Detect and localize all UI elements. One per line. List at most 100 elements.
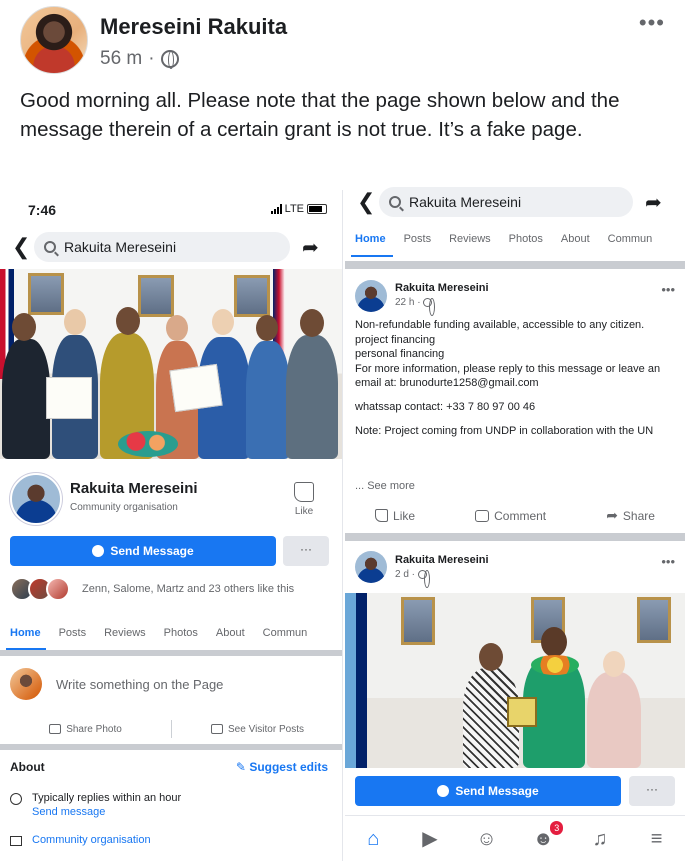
section-divider [345, 533, 685, 541]
send-message-label: Send Message [455, 784, 539, 798]
response-time-row: Typically replies within an hour Send me… [10, 792, 181, 818]
person-head [116, 307, 140, 335]
tab-home[interactable]: Home [10, 627, 41, 639]
comment-button[interactable]: Comment [475, 507, 546, 524]
send-message-link[interactable]: Send message [32, 806, 181, 818]
author-name[interactable]: Mereseini Rakuita [100, 14, 287, 40]
flag-image [345, 593, 367, 768]
portrait-frame [401, 597, 435, 645]
search-text: Rakuita Mereseini [409, 194, 522, 210]
portrait-frame [28, 273, 64, 315]
like-page-button[interactable]: Like [286, 482, 322, 517]
post-line: Non-refundable funding available, access… [355, 319, 645, 331]
certificate-image [46, 377, 92, 419]
post-options-icon[interactable]: ••• [661, 554, 675, 569]
person-head [166, 315, 188, 341]
tab-about[interactable]: About [216, 627, 245, 639]
send-message-label: Send Message [110, 544, 194, 558]
post-line: project financing [355, 333, 436, 346]
section-divider [345, 261, 685, 269]
like-label: Like [294, 506, 314, 517]
post-author-name[interactable]: Rakuita Mereseini [395, 554, 489, 566]
user-avatar [10, 668, 42, 700]
post-body: Non-refundable funding available, access… [355, 318, 677, 438]
bell-icon[interactable]: ♫ [588, 827, 612, 851]
tab-reviews[interactable]: Reviews [104, 627, 146, 639]
page-name[interactable]: Rakuita Mereseini [70, 480, 198, 497]
tab-community[interactable]: Commun [263, 627, 308, 639]
tab-community[interactable]: Commun [608, 233, 653, 245]
tab-posts[interactable]: Posts [59, 627, 87, 639]
post-options-icon[interactable]: ••• [639, 10, 665, 36]
back-arrow-icon[interactable]: ❮ [357, 189, 379, 215]
post-author-avatar[interactable] [355, 280, 387, 312]
post-options-icon[interactable]: ••• [661, 282, 675, 297]
person-head [479, 643, 503, 671]
response-time-text: Typically replies within an hour [32, 792, 182, 804]
tab-home[interactable]: Home [355, 233, 386, 245]
category-link[interactable]: Community organisation [32, 834, 151, 846]
search-icon [389, 196, 401, 208]
battery-icon [307, 204, 327, 214]
status-bar: 7:46 LTE [0, 190, 342, 230]
composer-row[interactable]: Write something on the Page [10, 666, 330, 702]
author-avatar[interactable] [20, 6, 88, 74]
post-time[interactable]: 56 m [100, 48, 142, 70]
person-head [603, 651, 625, 677]
post-author-avatar[interactable] [355, 551, 387, 583]
groups-icon[interactable]: ☻ 3 [531, 820, 564, 851]
profile-icon[interactable]: ☺ [475, 827, 499, 851]
messenger-icon [437, 785, 450, 797]
section-divider [0, 650, 342, 656]
page-tabs: Home Posts Reviews Photos About Commun [10, 627, 325, 639]
person-head [300, 309, 324, 337]
composer-actions: Share Photo See Visitor Posts [0, 716, 342, 742]
post-line: Note: Project coming from UNDP in collab… [355, 424, 654, 437]
send-message-button[interactable]: Send Message [10, 536, 276, 566]
post-line: personal financing [355, 348, 445, 361]
search-input[interactable]: Rakuita Mereseini [34, 232, 290, 262]
share-icon: ➦ [606, 507, 618, 523]
search-input[interactable]: Rakuita Mereseini [379, 187, 633, 217]
post-photo[interactable] [345, 593, 685, 768]
post-line: whatssap contact: +33 7 80 97 00 46 [355, 400, 536, 413]
flowers-image [118, 431, 178, 457]
see-visitor-posts-button[interactable]: See Visitor Posts [172, 724, 342, 735]
tab-posts[interactable]: Posts [404, 233, 432, 245]
tab-photos[interactable]: Photos [509, 233, 543, 245]
more-options-button[interactable]: ··· [629, 776, 675, 806]
cover-photo[interactable] [0, 269, 342, 459]
see-more-link[interactable]: ... See more [355, 480, 415, 492]
watch-icon[interactable]: ▶ [418, 827, 442, 851]
network-label: LTE [284, 203, 304, 215]
garland-image [531, 655, 579, 675]
share-photo-button[interactable]: Share Photo [0, 724, 171, 735]
thumbs-up-icon [375, 509, 389, 522]
portrait-frame [234, 275, 270, 317]
photo-icon [49, 724, 62, 734]
page-avatar[interactable] [10, 473, 62, 525]
share-arrow-icon[interactable]: ➦ [645, 190, 662, 215]
post-time: 22 h · [395, 297, 436, 316]
portrait-frame [138, 275, 174, 317]
more-options-button[interactable]: ··· [283, 536, 329, 566]
home-icon[interactable]: ⌂ [361, 827, 385, 851]
like-button[interactable]: Like [375, 507, 415, 524]
tab-about[interactable]: About [561, 233, 590, 245]
back-arrow-icon[interactable]: ❮ [12, 234, 34, 260]
suggest-edits-link[interactable]: ✎ Suggest edits [236, 760, 328, 774]
likers-row[interactable]: Zenn, Salome, Martz and 23 others like t… [10, 577, 340, 601]
globe-icon [160, 50, 179, 69]
post-author-name[interactable]: Rakuita Mereseini [395, 282, 489, 294]
tab-photos[interactable]: Photos [164, 627, 198, 639]
person-head [541, 627, 567, 657]
send-message-button[interactable]: Send Message [355, 776, 621, 806]
composer-placeholder[interactable]: Write something on the Page [56, 677, 223, 692]
share-arrow-icon[interactable]: ➦ [302, 235, 319, 260]
page-category: Community organisation [70, 502, 178, 513]
post-actions: Like Comment ➦ Share [345, 507, 685, 524]
menu-icon[interactable]: ≡ [645, 827, 669, 851]
person-head [256, 315, 278, 341]
tab-reviews[interactable]: Reviews [449, 233, 491, 245]
share-button[interactable]: ➦ Share [606, 507, 655, 524]
